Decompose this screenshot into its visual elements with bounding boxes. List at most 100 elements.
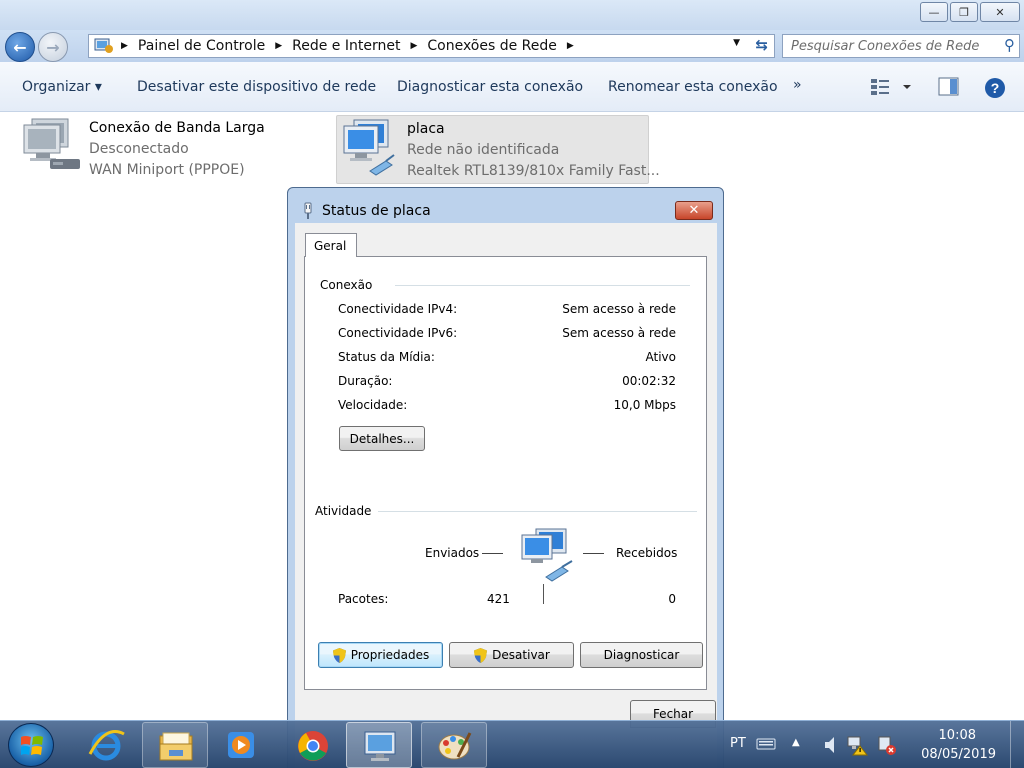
control-panel-icon bbox=[364, 731, 396, 761]
preview-pane-icon[interactable] bbox=[938, 77, 960, 97]
address-row: ← → ▶ Painel de Controle ▶ Rede e Intern… bbox=[0, 30, 1024, 62]
disable-device-button[interactable]: Desativar este dispositivo de rede bbox=[137, 79, 376, 95]
uac-shield-icon bbox=[332, 647, 346, 663]
dialog-title: Status de placa bbox=[322, 203, 431, 219]
connection-status: Rede não identificada bbox=[407, 142, 560, 158]
group-divider bbox=[395, 285, 690, 286]
forward-button[interactable]: → bbox=[38, 32, 68, 62]
sent-label: Enviados bbox=[425, 546, 480, 560]
packets-label: Pacotes: bbox=[338, 592, 389, 606]
show-hidden-icons-icon[interactable]: ▲ bbox=[792, 737, 800, 748]
taskbar-chrome[interactable] bbox=[280, 722, 346, 768]
connection-group-label: Conexão bbox=[320, 278, 379, 292]
tab-geral[interactable]: Geral bbox=[305, 233, 357, 257]
show-desktop-button[interactable] bbox=[1010, 721, 1024, 768]
network-cable-icon bbox=[304, 202, 312, 219]
received-dash bbox=[583, 553, 604, 554]
taskbar-internet-explorer[interactable] bbox=[74, 722, 140, 768]
ipv4-value: Sem acesso à rede bbox=[562, 302, 676, 316]
windows-logo-icon bbox=[21, 736, 43, 755]
media-status-label: Status da Mídia: bbox=[338, 350, 435, 364]
close-icon: ✕ bbox=[688, 203, 700, 218]
speed-label: Velocidade: bbox=[338, 398, 408, 412]
media-status-value: Ativo bbox=[645, 350, 676, 364]
disable-label: Desativar bbox=[492, 648, 550, 662]
more-commands-button[interactable]: » bbox=[793, 77, 802, 93]
tab-panel: Conexão Conectividade IPv4: Sem acesso à… bbox=[304, 256, 707, 690]
properties-button[interactable]: Propriedades bbox=[318, 642, 443, 668]
packets-divider bbox=[543, 584, 544, 604]
volume-icon[interactable] bbox=[822, 735, 840, 755]
search-icon[interactable]: ⚲ bbox=[1004, 36, 1015, 54]
connection-name: placa bbox=[407, 121, 445, 137]
address-bar[interactable]: ▶ Painel de Controle ▶ Rede e Internet ▶… bbox=[88, 34, 775, 58]
dialog-close-button[interactable]: ✕ bbox=[675, 201, 713, 220]
connection-device: WAN Miniport (PPPOE) bbox=[89, 162, 245, 178]
action-center-icon[interactable] bbox=[876, 734, 898, 756]
breadcrumb-painel[interactable]: Painel de Controle bbox=[138, 38, 265, 54]
ipv4-label: Conectividade IPv4: bbox=[338, 302, 458, 316]
breadcrumb-rede[interactable]: Rede e Internet bbox=[292, 38, 400, 54]
start-button[interactable] bbox=[8, 723, 54, 767]
network-adapter-icon bbox=[343, 119, 395, 176]
disable-button[interactable]: Desativar bbox=[449, 642, 574, 668]
breadcrumb-conexoes[interactable]: Conexões de Rede bbox=[427, 38, 557, 54]
clock-time[interactable]: 10:08 bbox=[939, 728, 976, 743]
ipv6-value: Sem acesso à rede bbox=[562, 326, 676, 340]
breadcrumb-separator-icon: ▶ bbox=[275, 41, 283, 51]
command-bar: Organizar ▾ Desativar este dispositivo d… bbox=[0, 62, 1024, 112]
details-button[interactable]: Detalhes... bbox=[339, 426, 425, 451]
ipv6-label: Conectividade IPv6: bbox=[338, 326, 458, 340]
refresh-icon[interactable]: ⇆ bbox=[755, 36, 768, 54]
taskbar-explorer[interactable] bbox=[142, 722, 208, 768]
system-tray: PT ▲ 10:08 08/05/2019 bbox=[724, 721, 1024, 768]
control-panel-icon bbox=[94, 38, 113, 53]
diagnose-connection-button[interactable]: Diagnosticar esta conexão bbox=[397, 79, 583, 95]
keyboard-icon[interactable] bbox=[756, 737, 776, 751]
search-input[interactable]: Pesquisar Conexões de Rede ⚲ bbox=[782, 34, 1020, 58]
address-dropdown-icon[interactable]: ▼ bbox=[733, 38, 740, 48]
taskbar-paint[interactable] bbox=[421, 722, 487, 768]
duration-value: 00:02:32 bbox=[622, 374, 676, 388]
connection-name: Conexão de Banda Larga bbox=[89, 120, 265, 136]
dialog-body: Geral Conexão Conectividade IPv4: Sem ac… bbox=[295, 223, 717, 768]
broadband-connection-icon bbox=[23, 118, 80, 169]
connection-status: Desconectado bbox=[89, 141, 189, 157]
search-placeholder: Pesquisar Conexões de Rede bbox=[791, 38, 980, 54]
close-window-button[interactable]: ✕ bbox=[980, 2, 1020, 22]
svg-text:?: ? bbox=[991, 80, 1000, 96]
received-label: Recebidos bbox=[616, 546, 678, 560]
change-view-icon[interactable] bbox=[870, 77, 914, 97]
activity-computers-icon bbox=[521, 528, 573, 582]
language-indicator[interactable]: PT bbox=[730, 736, 746, 751]
clock-date[interactable]: 08/05/2019 bbox=[921, 747, 996, 762]
chrome-icon bbox=[298, 731, 328, 761]
diagnose-button[interactable]: Diagnosticar bbox=[580, 642, 703, 668]
paint-icon bbox=[438, 732, 472, 760]
back-arrow-icon: ← bbox=[13, 37, 27, 57]
connection-item-placa[interactable]: placa Rede não identificada Realtek RTL8… bbox=[336, 115, 660, 184]
forward-arrow-icon: → bbox=[46, 37, 60, 57]
duration-label: Duração: bbox=[338, 374, 393, 388]
caption-buttons: — ❐ ✕ bbox=[920, 2, 1020, 22]
organize-menu[interactable]: Organizar ▾ bbox=[22, 79, 102, 95]
breadcrumb-separator-icon: ▶ bbox=[566, 41, 574, 51]
help-icon[interactable]: ? bbox=[984, 77, 1006, 99]
taskbar-control-panel[interactable] bbox=[346, 722, 412, 768]
maximize-button[interactable]: ❐ bbox=[950, 2, 978, 22]
activity-group-label: Atividade bbox=[315, 504, 378, 518]
connection-device: Realtek RTL8139/810x Family Fast... bbox=[407, 163, 660, 179]
internet-explorer-icon bbox=[88, 730, 125, 761]
network-warning-icon[interactable] bbox=[846, 734, 868, 756]
status-dialog: Status de placa ✕ Geral Conexão Conectiv… bbox=[287, 187, 724, 768]
packets-sent-value: 421 bbox=[487, 592, 510, 606]
window-titlebar: — ❐ ✕ bbox=[0, 0, 1024, 30]
minimize-button[interactable]: — bbox=[920, 2, 948, 22]
breadcrumb-separator-icon: ▶ bbox=[121, 41, 128, 51]
packets-received-value: 0 bbox=[668, 592, 676, 606]
connection-item-banda-larga[interactable]: Conexão de Banda Larga Desconectado WAN … bbox=[20, 115, 320, 185]
rename-connection-button[interactable]: Renomear esta conexão bbox=[608, 79, 778, 95]
taskbar-media-player[interactable] bbox=[208, 722, 274, 768]
taskbar: PT ▲ 10:08 08/05/2019 bbox=[0, 720, 1024, 768]
back-button[interactable]: ← bbox=[5, 32, 35, 62]
